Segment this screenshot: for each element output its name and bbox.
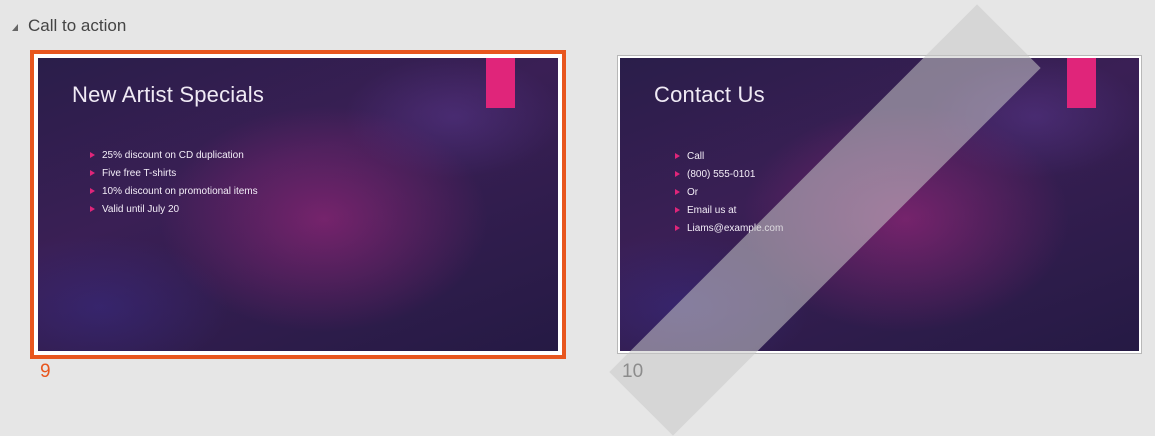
list-item: Or [675,183,783,201]
bullet-text: Five free T-shirts [102,167,177,179]
slide-preview: New Artist Specials 25% discount on CD d… [38,58,558,351]
bullet-text: 10% discount on promotional items [102,185,258,197]
bullet-list: 25% discount on CD duplication Five free… [90,146,258,218]
selection-frame: New Artist Specials 25% discount on CD d… [30,50,566,359]
section-title: Call to action [28,16,127,35]
list-item: Valid until July 20 [90,200,258,218]
slide-preview: Contact Us Call (800) 555-0101 Or Email … [620,58,1139,351]
accent-bar [486,58,515,108]
slide-number-10: 10 [622,361,644,382]
slide-frame: Contact Us Call (800) 555-0101 Or Email … [617,55,1142,354]
list-item: (800) 555-0101 [675,165,783,183]
bullet-text: Valid until July 20 [102,203,180,215]
bullet-text: Liams@example.com [687,222,784,234]
collapse-triangle-icon[interactable] [12,24,18,31]
bullet-arrow-icon [90,206,95,212]
bullet-text: Email us at [687,204,737,216]
slide-thumbnail-10[interactable]: Contact Us Call (800) 555-0101 Or Email … [617,55,1142,354]
list-item: 25% discount on CD duplication [90,146,258,164]
bullet-text: (800) 555-0101 [687,168,756,180]
slide-title: Contact Us [654,82,765,107]
bullet-arrow-icon [675,153,680,159]
bullet-arrow-icon [675,171,680,177]
bullet-arrow-icon [675,225,680,231]
bullet-arrow-icon [90,170,95,176]
section-header[interactable]: Call to action [12,12,126,40]
bullet-arrow-icon [90,152,95,158]
bullet-list: Call (800) 555-0101 Or Email us at Liams… [675,147,783,237]
list-item: Email us at [675,201,783,219]
accent-bar [1067,58,1096,108]
bullet-arrow-icon [675,189,680,195]
bullet-arrow-icon [90,188,95,194]
list-item: 10% discount on promotional items [90,182,258,200]
bullet-text: 25% discount on CD duplication [102,149,244,161]
bullet-text: Or [687,186,699,198]
bullet-arrow-icon [675,207,680,213]
slide-number-9: 9 [40,361,51,382]
slide-title: New Artist Specials [72,82,265,107]
list-item: Call [675,147,783,165]
bullet-text: Call [687,150,705,162]
list-item: Five free T-shirts [90,164,258,182]
slide-thumbnail-9[interactable]: New Artist Specials 25% discount on CD d… [30,50,566,359]
list-item: Liams@example.com [675,219,783,237]
